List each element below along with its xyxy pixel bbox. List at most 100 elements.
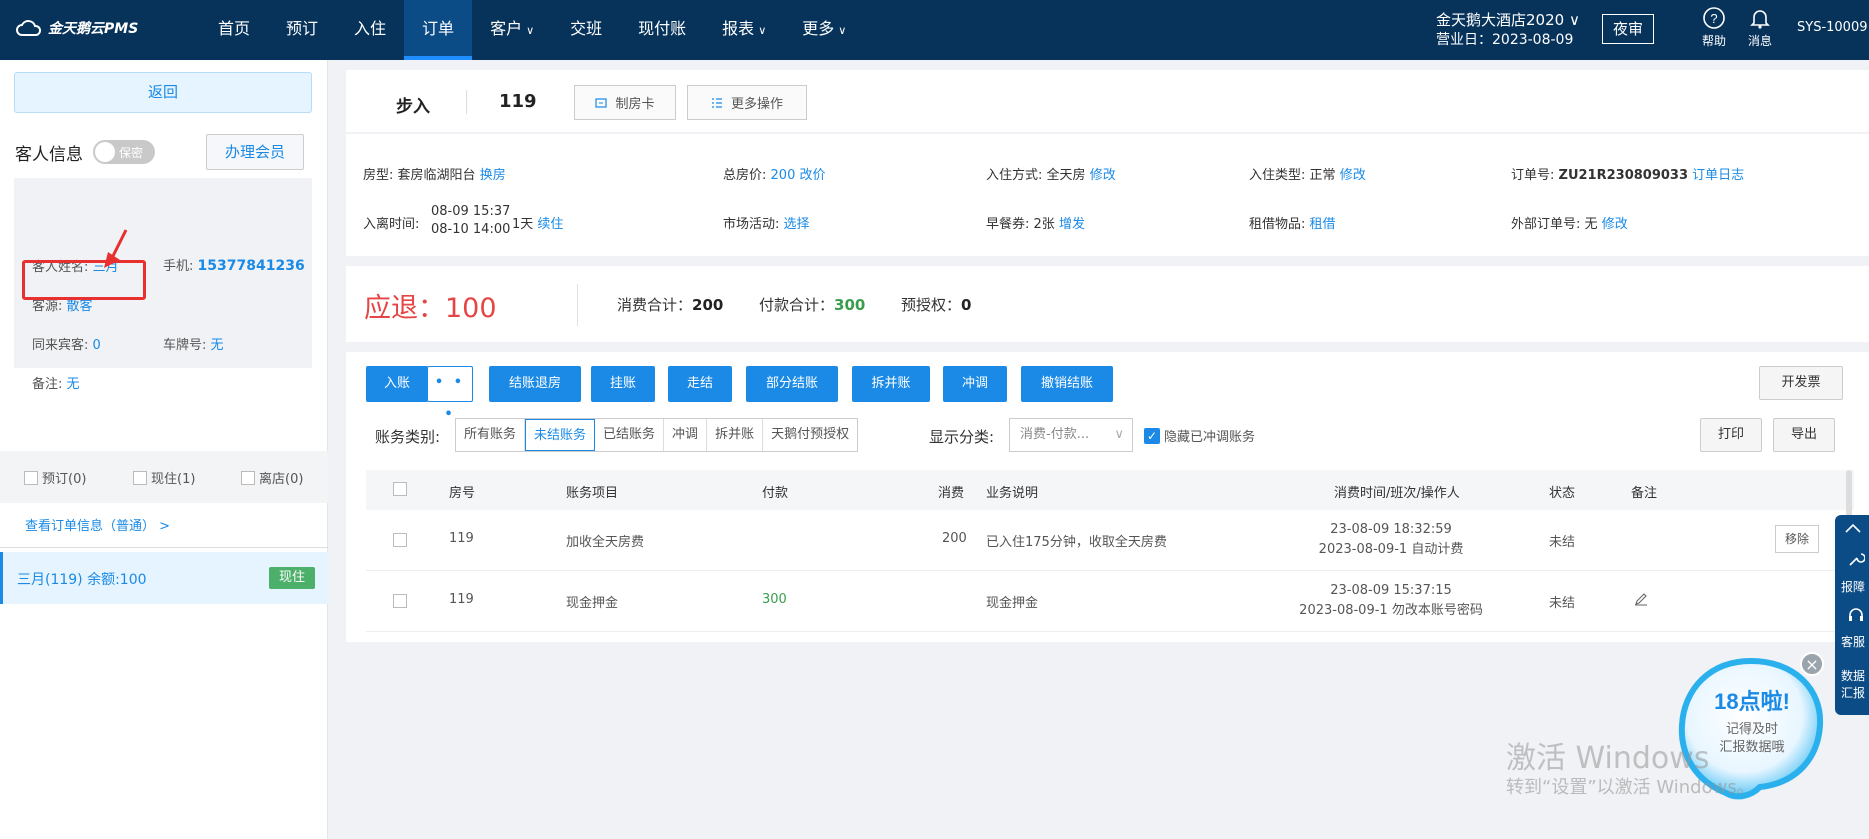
guest-phone[interactable]: 15377841236 xyxy=(198,258,305,274)
remark-value[interactable]: 无 xyxy=(67,377,80,392)
more-operations-button[interactable]: 更多操作 xyxy=(687,85,807,120)
checkbox[interactable] xyxy=(241,470,255,485)
remove-button[interactable]: 移除 xyxy=(1775,525,1819,553)
messages-button[interactable]: 消息 xyxy=(1740,6,1780,49)
nav-customers[interactable]: 客户 ∨ xyxy=(472,0,552,60)
chevron-up-icon[interactable] xyxy=(1845,523,1861,533)
data-report-label-1[interactable]: 数据 xyxy=(1841,667,1865,684)
borrow-field: 租借物品: 租借 xyxy=(1249,217,1336,232)
room-list-item[interactable]: 三月(119) 余额:100 现住 xyxy=(0,552,328,604)
tab-reversed[interactable]: 冲调 xyxy=(664,419,708,451)
companion-count[interactable]: 0 xyxy=(93,338,101,353)
order-log-link[interactable]: 订单日志 xyxy=(1692,168,1744,183)
order-info-card: 房型: 套房临湖阳台 换房 总房价: 200 改价 入住方式: 全天房 修改 入… xyxy=(346,134,1869,256)
promo-line-2: 汇报数据哦 xyxy=(1719,739,1784,754)
tab-swan-preauth[interactable]: 天鹅付预授权 xyxy=(763,419,858,451)
modify-link[interactable]: 修改 xyxy=(1090,168,1116,183)
checkbox[interactable] xyxy=(133,470,147,485)
plate-number[interactable]: 无 xyxy=(211,338,224,353)
order-number-field: 订单号: ZU21R230809033 订单日志 xyxy=(1511,168,1745,183)
split-merge-button[interactable]: 拆并账 xyxy=(852,366,930,402)
export-button[interactable]: 导出 xyxy=(1773,418,1835,452)
row-checkbox[interactable] xyxy=(393,594,407,608)
help-button[interactable]: ? 帮助 xyxy=(1694,6,1734,49)
business-date: 营业日：2023-08-09 xyxy=(1436,32,1574,48)
hide-reversed-checkbox[interactable]: ✓ 隐藏已冲调账务 xyxy=(1144,426,1255,445)
stay-status-filters: 预订(0) 现住(1) 离店(0) xyxy=(0,451,328,503)
nav-cash-account[interactable]: 现付账 xyxy=(620,0,704,60)
change-price-link[interactable]: 改价 xyxy=(800,168,826,183)
external-order-field: 外部订单号: 无 修改 xyxy=(1511,217,1628,232)
checkin-type-field: 入住类型: 正常 修改 xyxy=(1249,168,1366,183)
filter-checked-out[interactable]: 离店(0) xyxy=(241,468,303,487)
nav-shift[interactable]: 交班 xyxy=(552,0,620,60)
night-audit-button[interactable]: 夜审 xyxy=(1602,14,1654,44)
total-price-field: 总房价: 200 改价 xyxy=(723,168,826,183)
filter-in-house[interactable]: 现住(1) xyxy=(133,468,195,487)
privacy-toggle[interactable]: 保密 xyxy=(93,140,155,164)
post-charge-button[interactable]: 入账 xyxy=(366,366,428,402)
app-logo[interactable]: 金天鹅云PMS xyxy=(16,18,138,38)
reverse-button[interactable]: 冲调 xyxy=(943,366,1007,402)
invoice-button[interactable]: 开发票 xyxy=(1759,366,1843,400)
row-checkbox[interactable] xyxy=(393,533,407,547)
post-more-button[interactable]: • • • xyxy=(427,366,473,422)
activation-watermark-subtitle: 转到“设置”以激活 Windows。 xyxy=(1506,777,1755,798)
room-guest-balance: 三月(119) 余额:100 xyxy=(17,572,147,588)
modify-link[interactable]: 修改 xyxy=(1340,168,1366,183)
print-button[interactable]: 打印 xyxy=(1700,418,1762,452)
hang-account-button[interactable]: 挂账 xyxy=(591,366,655,402)
display-category-select[interactable]: 消费-付款... ∨ xyxy=(1009,418,1133,452)
make-room-card-button[interactable]: 制房卡 xyxy=(574,85,676,120)
guest-phone-field: 手机: 15377841236 xyxy=(163,258,305,274)
cancel-checkout-button[interactable]: 撤销结账 xyxy=(1021,366,1113,402)
stay-days: 1天 续住 xyxy=(512,217,564,232)
table-row[interactable]: 119 现金押金 300 现金押金 23-08-09 15:37:15 2023-… xyxy=(366,571,1854,632)
hotel-selector[interactable]: 金天鹅大酒店2020 ∨ 营业日：2023-08-09 xyxy=(1436,10,1580,50)
nav-reports[interactable]: 报表 ∨ xyxy=(704,0,784,60)
select-all-checkbox[interactable] xyxy=(393,482,407,496)
account-type-label: 账务类别: xyxy=(375,428,441,446)
table-header: 房号 账务项目 付款 消费 业务说明 消费时间/班次/操作人 状态 备注 xyxy=(366,470,1854,510)
borrow-link[interactable]: 租借 xyxy=(1310,217,1336,232)
nav-booking[interactable]: 预订 xyxy=(268,0,336,60)
promo-line-1: 记得及时 xyxy=(1726,721,1778,736)
checkout-button[interactable]: 结账退房 xyxy=(489,366,581,402)
arrow-annotation-icon xyxy=(104,229,128,268)
user-id[interactable]: SYS-10009 xyxy=(1797,20,1868,35)
change-room-link[interactable]: 换房 xyxy=(480,168,506,183)
guest-source[interactable]: 散客 xyxy=(67,299,93,314)
edit-icon[interactable] xyxy=(1634,592,1648,606)
select-market-link[interactable]: 选择 xyxy=(784,217,810,232)
data-report-label-2[interactable]: 汇报 xyxy=(1841,684,1865,701)
divider xyxy=(0,547,328,548)
filter-reserved[interactable]: 预订(0) xyxy=(24,468,86,487)
back-button[interactable]: 返回 xyxy=(14,72,312,113)
extend-stay-link[interactable]: 续住 xyxy=(537,217,563,232)
remark-field: 备注: 无 xyxy=(32,377,80,392)
partial-checkout-button[interactable]: 部分结账 xyxy=(746,366,838,402)
list-icon xyxy=(711,97,722,108)
divider xyxy=(466,90,467,114)
register-member-button[interactable]: 办理会员 xyxy=(206,134,304,170)
payment-total: 付款合计：300 xyxy=(759,296,866,314)
close-icon[interactable]: × xyxy=(1800,652,1824,676)
table-row[interactable]: 119 加收全天房费 200 已入住175分钟，收取全天房费 23-08-09 … xyxy=(366,510,1854,571)
headset-icon xyxy=(1849,608,1863,621)
tab-split-merge[interactable]: 拆并账 xyxy=(707,419,764,451)
tab-unsettled-accounts[interactable]: 未结账务 xyxy=(525,419,596,451)
walkout-button[interactable]: 走结 xyxy=(668,366,732,402)
nav-checkin[interactable]: 入住 xyxy=(336,0,404,60)
customer-service-button[interactable]: 客服 xyxy=(1841,633,1865,650)
report-fault-button[interactable]: 报障 xyxy=(1841,578,1865,595)
checkbox[interactable] xyxy=(24,470,38,485)
tab-settled-accounts[interactable]: 已结账务 xyxy=(595,419,665,451)
tab-all-accounts[interactable]: 所有账务 xyxy=(456,419,526,451)
nav-home[interactable]: 首页 xyxy=(200,0,268,60)
issue-breakfast-link[interactable]: 增发 xyxy=(1059,217,1085,232)
view-order-info-link[interactable]: 查看订单信息（普通） > xyxy=(25,515,170,534)
nav-orders[interactable]: 订单 xyxy=(404,0,473,60)
account-type-tabs: 所有账务 未结账务 已结账务 冲调 拆并账 天鹅付预授权 xyxy=(455,418,859,452)
nav-more[interactable]: 更多 ∨ xyxy=(784,0,864,60)
modify-link[interactable]: 修改 xyxy=(1602,217,1628,232)
